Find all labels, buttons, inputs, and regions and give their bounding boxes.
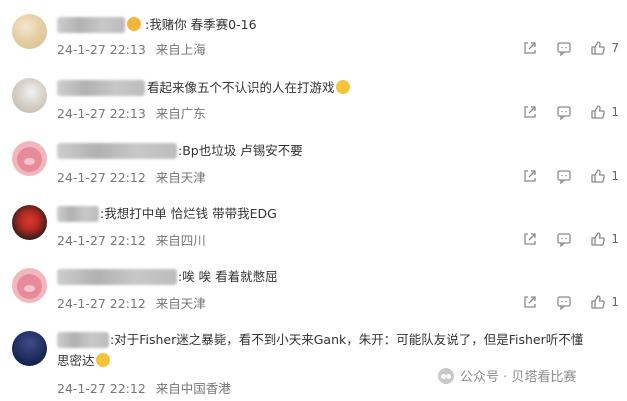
crown-emoji-icon xyxy=(127,17,141,31)
username-blurred[interactable] xyxy=(57,269,177,285)
like-count: 1 xyxy=(611,169,619,183)
avatar[interactable] xyxy=(12,331,47,366)
comment-actions: 7 xyxy=(506,39,619,57)
comment-meta: 24-1-27 22:12 来自四川 xyxy=(57,230,212,249)
comment-actions: 1 xyxy=(506,230,619,248)
comment-item: 看起来像五个不认识的人在打游戏 24-1-27 22:13 来自广东 1 xyxy=(0,70,627,133)
comment-date: 24-1-27 22:13 xyxy=(57,42,146,57)
laugh-emoji-icon xyxy=(95,353,110,367)
username-blurred[interactable] xyxy=(57,17,125,33)
comment-icon[interactable] xyxy=(554,167,574,185)
comment-actions: 1 xyxy=(506,103,619,121)
share-icon[interactable] xyxy=(520,103,540,121)
avatar[interactable] xyxy=(12,78,47,113)
comment-location: 来自天津 xyxy=(155,296,206,311)
watermark-text: 公众号 · 贝塔看比赛 xyxy=(460,370,577,385)
comment-item: :我想打中单 恰烂钱 带带我EDG 24-1-27 22:12 来自四川 1 xyxy=(0,197,627,260)
username-blurred[interactable] xyxy=(57,206,99,222)
comment-item: :唉 唉 看着就憋屈 24-1-27 22:12 来自天津 1 xyxy=(0,260,627,323)
watermark: 公众号 · 贝塔看比赛 xyxy=(438,366,576,385)
comment-actions: 1 xyxy=(506,293,619,311)
avatar[interactable] xyxy=(12,141,47,176)
avatar[interactable] xyxy=(12,14,47,49)
username-blurred[interactable] xyxy=(57,80,145,96)
lotso-bear-avatar xyxy=(17,274,42,299)
username-blurred[interactable] xyxy=(57,332,109,348)
share-icon[interactable] xyxy=(520,230,540,248)
comment-item: :我赌你 春季赛0-16 24-1-27 22:13 来自上海 7 xyxy=(0,7,627,70)
like-count: 7 xyxy=(611,41,619,55)
comment-location: 来自天津 xyxy=(155,170,206,185)
comment-meta: 24-1-27 22:12 来自天津 xyxy=(57,293,212,312)
thumbs-up-icon[interactable] xyxy=(588,103,608,121)
thumbs-up-icon[interactable] xyxy=(588,230,608,248)
comment-meta: 24-1-27 22:12 来自天津 xyxy=(57,167,212,186)
lotso-bear-avatar xyxy=(17,147,42,172)
comment-text: :我赌你 春季赛0-16 xyxy=(145,17,257,32)
comment-item: :Bp也垃圾 卢锡安不要 24-1-27 22:12 来自天津 1 xyxy=(0,134,627,197)
comment-icon[interactable] xyxy=(554,293,574,311)
comment-text-content: 思密达 xyxy=(57,353,95,368)
comment-meta: 24-1-27 22:13 来自广东 xyxy=(57,103,212,122)
comment-date: 24-1-27 22:13 xyxy=(57,106,146,121)
comment-icon[interactable] xyxy=(554,230,574,248)
thumbs-up-icon[interactable] xyxy=(588,39,608,57)
comment-location: 来自广东 xyxy=(155,106,206,121)
comment-meta: 24-1-27 22:12 来自中国香港 xyxy=(57,378,237,397)
comment-location: 来自中国香港 xyxy=(155,381,231,396)
comment-location: 来自四川 xyxy=(155,233,206,248)
like-count: 1 xyxy=(611,295,619,309)
comment-meta: 24-1-27 22:13 来自上海 xyxy=(57,39,212,58)
comment-item: :对于Fisher迷之暴毙，看不到小天来Gank，朱开：可能队友说了，但是Fis… xyxy=(0,324,627,401)
avatar[interactable] xyxy=(12,268,47,303)
comment-text: :Bp也垃圾 卢锡安不要 xyxy=(178,143,303,158)
comment-date: 24-1-27 22:12 xyxy=(57,381,146,396)
comment-text-line2: 思密达 xyxy=(57,353,110,369)
comment-text: :唉 唉 看着就憋屈 xyxy=(178,269,278,284)
wechat-icon xyxy=(438,367,454,384)
thumbs-up-icon[interactable] xyxy=(588,167,608,185)
thumbs-up-icon[interactable] xyxy=(588,293,608,311)
username-blurred[interactable] xyxy=(57,143,177,159)
comment-text: :我想打中单 恰烂钱 带带我EDG xyxy=(100,206,277,221)
like-count: 1 xyxy=(611,105,619,119)
comment-location: 来自上海 xyxy=(155,42,206,57)
share-icon[interactable] xyxy=(520,293,540,311)
comment-date: 24-1-27 22:12 xyxy=(57,296,146,311)
comment-icon[interactable] xyxy=(554,103,574,121)
comment-icon[interactable] xyxy=(554,39,574,57)
comment-text-line1: :对于Fisher迷之暴毙，看不到小天来Gank，朱开：可能队友说了，但是Fis… xyxy=(110,332,584,347)
share-icon[interactable] xyxy=(520,167,540,185)
share-icon[interactable] xyxy=(520,39,540,57)
comment-date: 24-1-27 22:12 xyxy=(57,170,146,185)
avatar[interactable] xyxy=(12,205,47,240)
comment-text-content: 看起来像五个不认识的人在打游戏 xyxy=(147,80,335,95)
comment-text: 看起来像五个不认识的人在打游戏 xyxy=(147,80,350,96)
laugh-emoji-icon xyxy=(335,80,350,94)
like-count: 1 xyxy=(611,232,619,246)
comment-date: 24-1-27 22:12 xyxy=(57,233,146,248)
comment-actions: 1 xyxy=(506,167,619,185)
